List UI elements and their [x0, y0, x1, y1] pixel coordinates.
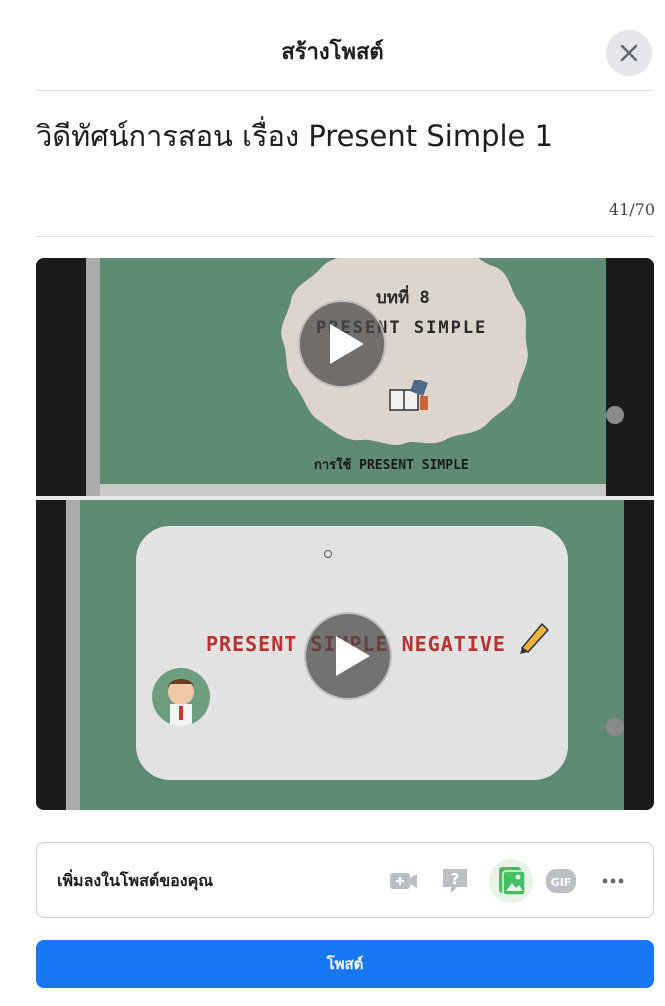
header-divider — [36, 90, 654, 91]
teacher-illustration — [168, 679, 194, 726]
video-thumbnail-2[interactable]: PRESENT SIMPLE NEGATIVE — [36, 500, 654, 810]
slide-caption: การใช้ PRESENT SIMPLE — [314, 458, 469, 473]
play-icon — [336, 636, 370, 676]
teacher-avatar — [152, 668, 210, 726]
create-post-dialog: สร้างโพสต์ วิดีทัศน์การสอน เรื่อง Presen… — [0, 0, 665, 1006]
more-icon[interactable] — [597, 865, 629, 897]
gif-icon[interactable]: GIF — [545, 865, 577, 897]
media-attachments: บทที่ 8 PRESENT SIMPLE การใช้ PRESENT SI… — [36, 258, 654, 810]
post-text-input[interactable]: วิดีทัศน์การสอน เรื่อง Present Simple 1 — [36, 116, 636, 156]
add-to-post-label: เพิ่มลงในโพสต์ของคุณ — [57, 871, 214, 890]
close-button[interactable] — [606, 30, 652, 76]
cursor-dot — [324, 550, 332, 558]
books-icon — [389, 380, 428, 411]
letterbox-left-gray — [86, 258, 100, 496]
play-icon — [330, 324, 364, 364]
check-icon — [606, 718, 624, 736]
character-counter: 41/70 — [608, 200, 655, 219]
letterbox-left — [36, 500, 66, 810]
letterbox-right — [624, 500, 654, 810]
text-divider — [36, 236, 654, 237]
check-icon — [606, 406, 624, 424]
photo-icon[interactable] — [489, 859, 533, 903]
play-button[interactable] — [298, 300, 386, 388]
letterbox-right — [606, 258, 654, 496]
letterbox-left — [36, 258, 86, 496]
dialog-title: สร้างโพสต์ — [281, 40, 384, 65]
question-icon[interactable]: ? — [439, 865, 471, 897]
letterbox-left-gray — [66, 500, 80, 810]
post-button[interactable]: โพสต์ — [36, 940, 654, 988]
play-button[interactable] — [304, 612, 392, 700]
slide-lesson-label: บทที่ 8 — [376, 288, 430, 308]
close-icon — [620, 44, 638, 62]
video-icon[interactable] — [387, 865, 419, 897]
video-thumbnail-1[interactable]: บทที่ 8 PRESENT SIMPLE การใช้ PRESENT SI… — [36, 258, 654, 496]
gif-label: GIF — [551, 876, 572, 889]
video-progress-strip — [100, 484, 606, 496]
add-to-post-bar: เพิ่มลงในโพสต์ของคุณ ? GIF — [36, 842, 654, 918]
pencil-icon — [520, 622, 550, 654]
svg-text:?: ? — [451, 870, 460, 888]
dialog-header: สร้างโพสต์ — [0, 0, 665, 90]
